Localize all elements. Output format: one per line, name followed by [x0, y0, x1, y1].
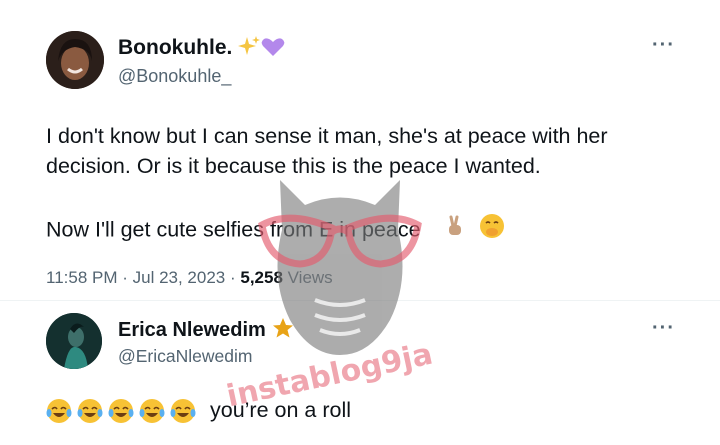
tweet-line-1: I don't know but I can sense it man, she…: [46, 124, 608, 148]
tears-of-joy-icon: [170, 399, 196, 424]
tweet-meta: 11:58 PM · Jul 23, 2023 · 5,258 Views: [46, 268, 333, 288]
purple-heart-icon: [261, 38, 285, 56]
more-options-icon[interactable]: ···: [652, 34, 675, 57]
reply-tweet: Erica Nlewedim @EricaNlewedim ··· you’re…: [0, 301, 720, 445]
sparkles-icon: [238, 36, 260, 55]
avatar-image: [46, 31, 104, 89]
tears-of-joy-emojis: [46, 398, 204, 424]
view-count: 5,258: [240, 268, 283, 287]
reply-text-content: you’re on a roll: [209, 398, 352, 422]
display-name[interactable]: Bonokuhle.: [118, 36, 232, 60]
handle[interactable]: @Bonokuhle_: [118, 66, 231, 87]
avatar-erica[interactable]: [46, 313, 102, 369]
tweet-line-2: decision. Or is it because this is the p…: [46, 154, 541, 178]
timestamp[interactable]: 11:58 PM · Jul 23, 2023 ·: [46, 268, 236, 287]
tears-of-joy-icon: [139, 399, 165, 424]
display-name[interactable]: Erica Nlewedim: [118, 319, 266, 342]
avatar-image: [46, 313, 102, 369]
victory-hand-icon: [443, 214, 467, 248]
tears-of-joy-icon: [108, 399, 134, 424]
reply-text: you’re on a roll: [46, 394, 351, 427]
star-icon: [272, 317, 294, 344]
tweet-line-3-text: Now I'll get cute selfies from E in peac…: [46, 217, 421, 242]
avatar-bonokuhle[interactable]: [46, 31, 104, 89]
tweet-line-3: Now I'll get cute selfies from E in peac…: [46, 213, 505, 249]
more-options-icon[interactable]: ···: [652, 317, 675, 340]
views-label: Views: [287, 268, 333, 287]
handle[interactable]: @EricaNlewedim: [118, 346, 252, 367]
tears-of-joy-icon: [46, 399, 72, 424]
main-tweet: Bonokuhle. @Bonokuhle_ ··· I don't know …: [0, 0, 720, 300]
tears-of-joy-icon: [77, 399, 103, 424]
face-with-hand-over-mouth-icon: [479, 213, 505, 249]
name-emojis: [236, 34, 286, 65]
